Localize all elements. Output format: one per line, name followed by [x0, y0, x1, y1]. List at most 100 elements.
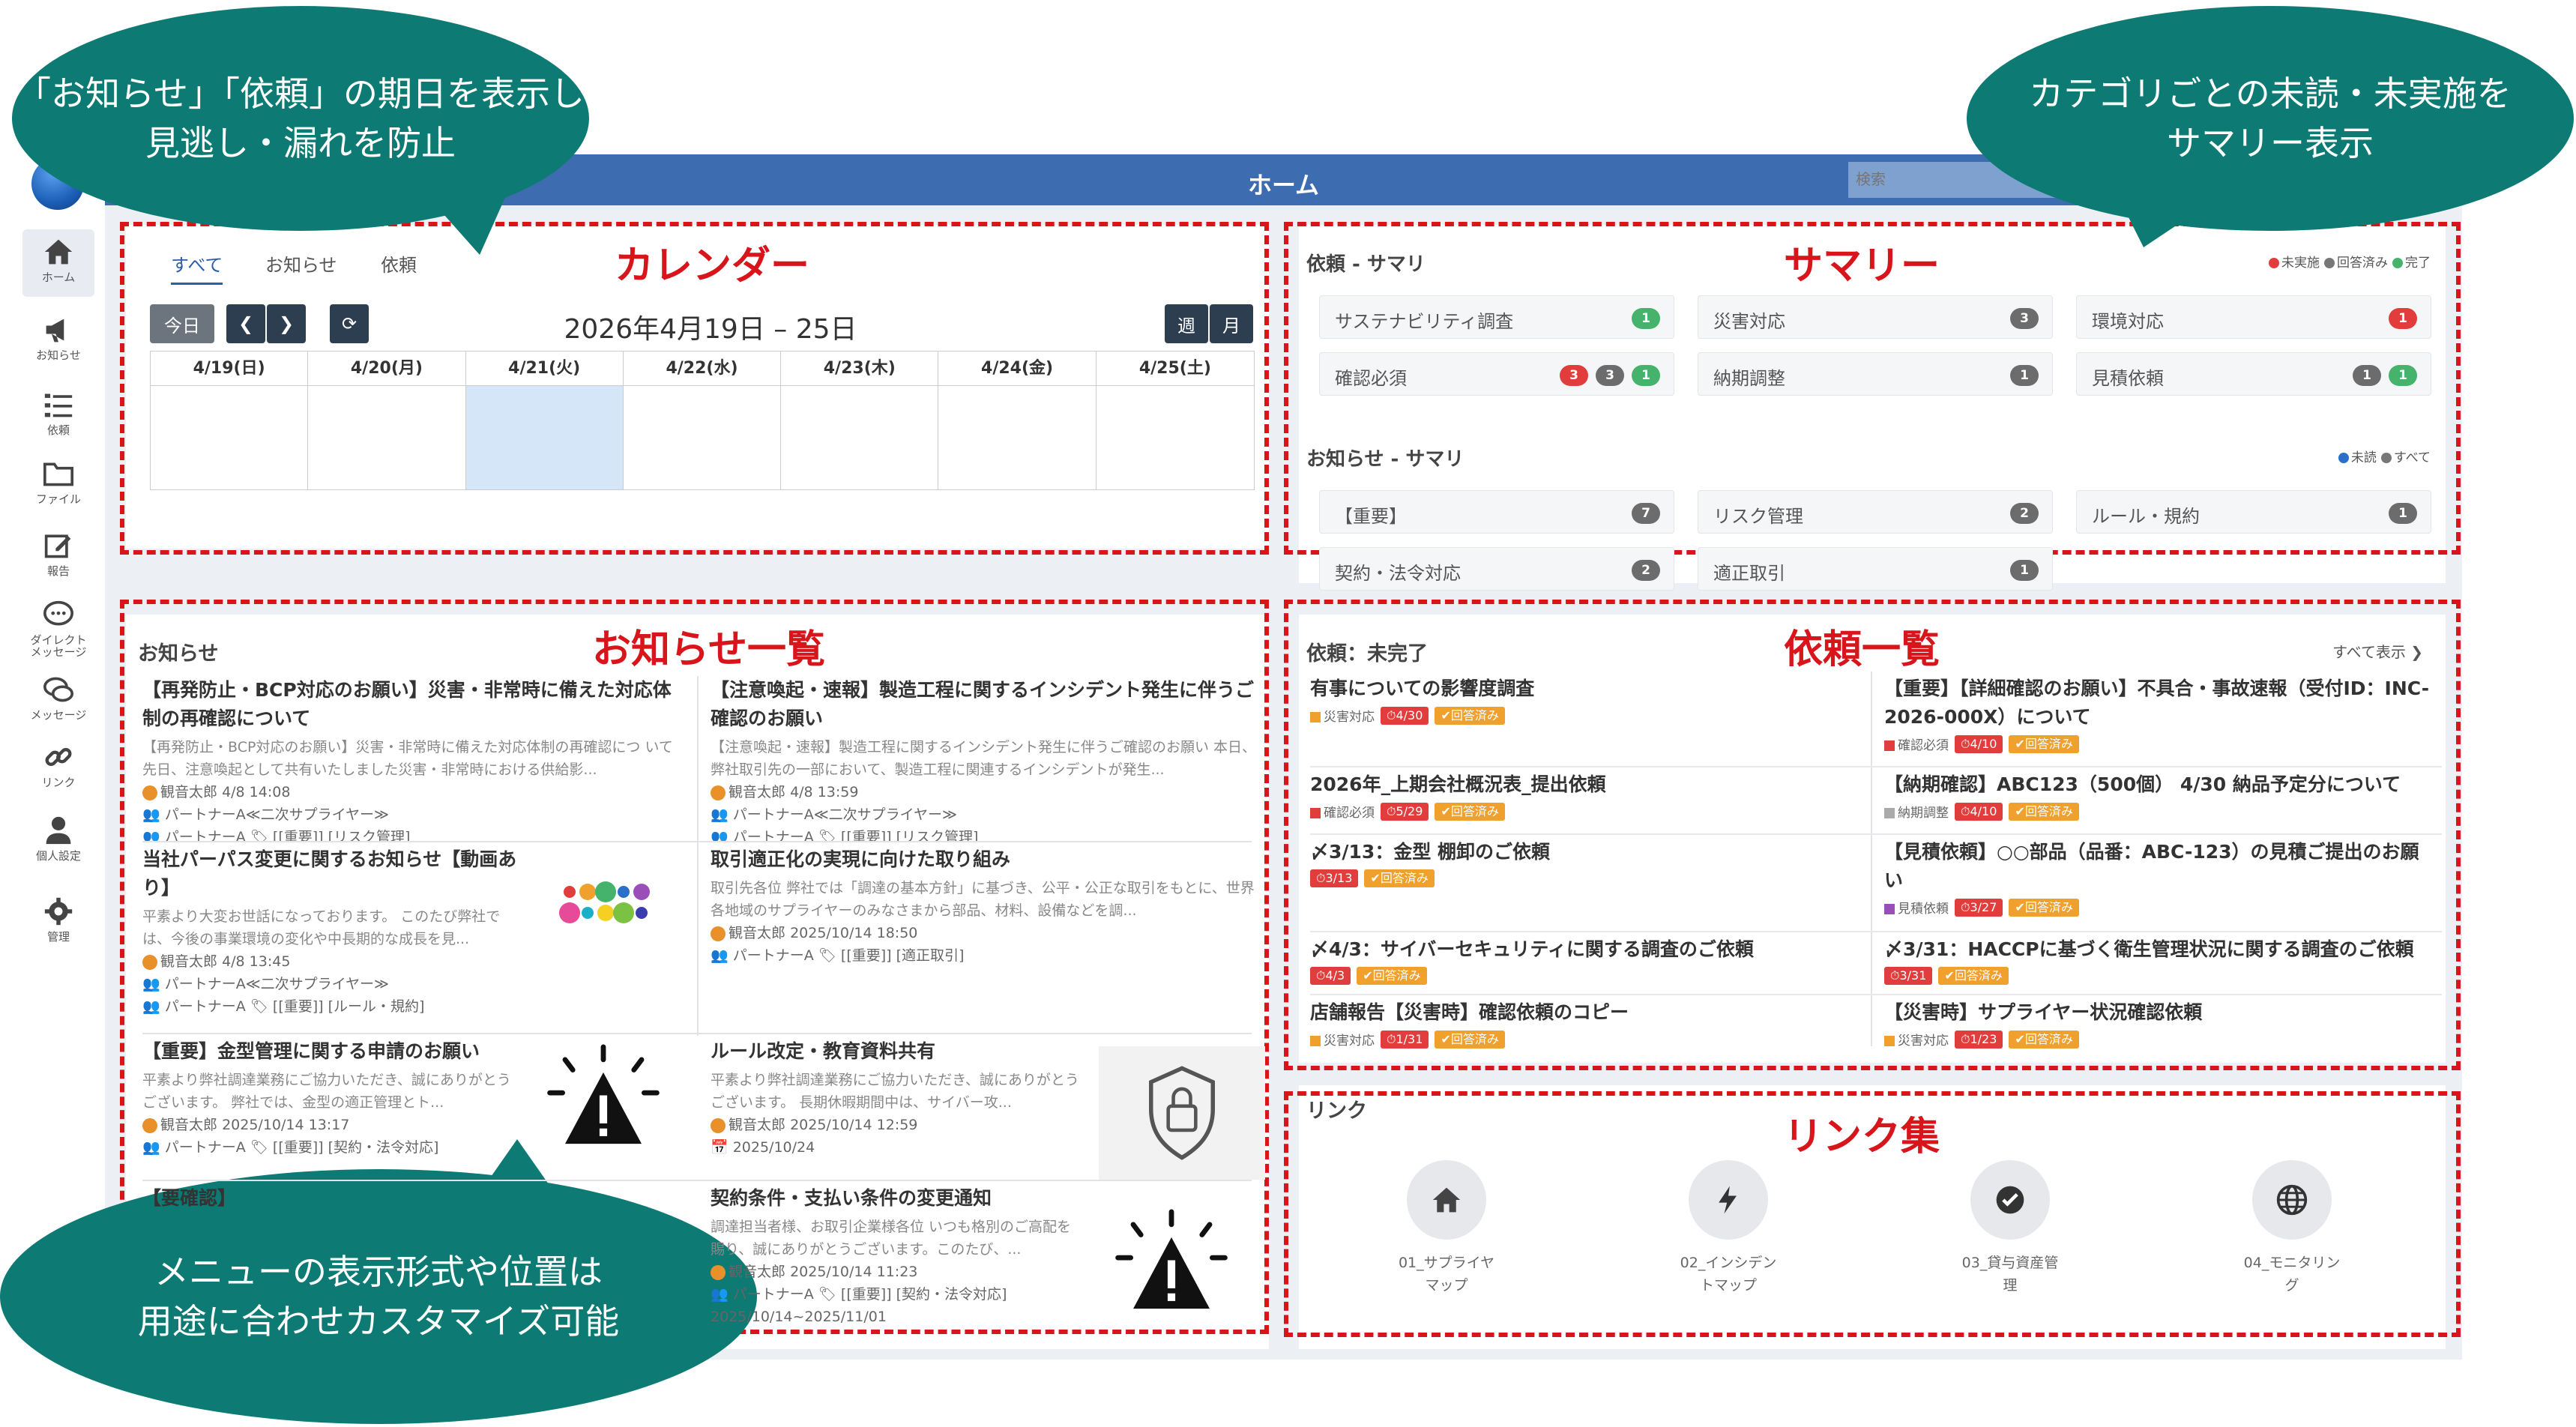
request-category-chip[interactable]: 災害対応 3 — [1698, 295, 2053, 339]
request-title[interactable]: 2026年_上期会社概況表_提出依頼 — [1310, 770, 1857, 799]
view-month-button[interactable]: 月 — [1210, 304, 1253, 343]
request-item[interactable]: 店舗報告【災害時】確認依頼のコピー 災害対応 ⏱1/31 ✔回答済み — [1310, 998, 1857, 1049]
notice-title[interactable]: 当社パーパス変更に関するお知らせ【動画あり】 — [142, 845, 517, 902]
request-item[interactable]: 【災害時】サプライヤー状況確認依頼 災害対応 ⏱1/23 ✔回答済み — [1884, 998, 2431, 1049]
calendar-day-column[interactable]: 4/22(水) — [623, 352, 782, 489]
warning-icon — [1108, 1207, 1243, 1327]
globe-icon — [2252, 1160, 2332, 1240]
notice-card[interactable]: 当社パーパス変更に関するお知らせ【動画あり】 平素より大変お世話になっております。… — [142, 845, 517, 1033]
notice-category-chip[interactable]: リスク管理 2 — [1698, 490, 2053, 534]
tab-all[interactable]: すべて — [171, 250, 223, 285]
calendar-day-column[interactable]: 4/19(日) — [151, 352, 309, 489]
calendar-day-column[interactable]: 4/25(土) — [1096, 352, 1254, 489]
sidebar-item-6[interactable]: メッセージ — [22, 675, 94, 721]
quick-link[interactable]: 02_インシデン トマップ — [1653, 1160, 1803, 1297]
quick-link[interactable]: 03_貸与資産管 理 — [1935, 1160, 2085, 1297]
calendar-day-column[interactable]: 4/20(月) — [308, 352, 466, 489]
notice-preview: 【注意喚起・速報】製造工程に関するインシデント発生に伴うご確認のお願い 本日、弊… — [711, 739, 1257, 778]
sidebar-item-2[interactable]: 依頼 — [22, 390, 94, 436]
notice-date: 2025/10/14 18:50 — [790, 925, 918, 941]
notice-title[interactable]: 【再発防止・BCP対応のお願い】災害・非常時に備えた対応体制の再確認について — [142, 676, 690, 733]
notice-summary-title: お知らせ - サマリ — [1306, 448, 1465, 471]
notice-category-chip[interactable]: 適正取引 1 — [1698, 547, 2053, 591]
request-title[interactable]: 〆4/3：サイバーセキュリティに関する調査のご依頼 — [1310, 935, 1857, 964]
status-text: 回答済み — [2024, 899, 2073, 914]
request-category-chip[interactable]: 納期調整 1 — [1698, 352, 2053, 396]
request-category-chip[interactable]: 確認必須 3 3 1 — [1319, 352, 1674, 396]
request-item[interactable]: 【見積依頼】○○部品（品番：ABC-123）の見積ご提出のお願い 見積依頼 ⏱3/2… — [1884, 838, 2431, 917]
sidebar-item-1[interactable]: お知らせ — [22, 315, 94, 361]
calendar-day-column[interactable]: 4/21(火) — [465, 352, 624, 489]
notice-category-chip[interactable]: 【重要】 7 — [1319, 490, 1674, 534]
request-item[interactable]: 〆4/3：サイバーセキュリティに関する調査のご依頼 ⏱4/3 ✔回答済み — [1310, 935, 1857, 985]
notice-card[interactable]: 契約条件・支払い条件の変更通知調達担当者様、お取引企業様各位 いつも格別のご高配… — [711, 1184, 1085, 1334]
calendar-day-column[interactable]: 4/23(木) — [781, 352, 939, 489]
sidebar-item-7[interactable]: リンク — [22, 742, 94, 788]
view-week-button[interactable]: 週 — [1165, 304, 1208, 343]
request-title[interactable]: 〆3/13：金型 棚卸のご依頼 — [1310, 838, 1857, 866]
sidebar-item-4[interactable]: 報告 — [22, 531, 94, 577]
request-item[interactable]: 〆3/13：金型 棚卸のご依頼 ⏱3/13 ✔回答済み — [1310, 838, 1857, 887]
notice-title[interactable]: 【要確認】 — [142, 1184, 690, 1213]
tag-icon: 🏷 — [250, 998, 273, 1015]
due-date-text: 4/10 — [1970, 736, 1997, 751]
today-button[interactable]: 今日 — [150, 304, 214, 343]
group-icon: 👥 — [142, 829, 165, 841]
tab-notices[interactable]: お知らせ — [265, 250, 337, 277]
notice-title[interactable]: 【注意喚起・速報】製造工程に関するインシデント発生に伴うご確認のお願い — [711, 676, 1258, 733]
quick-link-label: 02_インシデン トマップ — [1680, 1255, 1777, 1294]
sidebar-item-label: お知らせ — [36, 349, 81, 362]
status-badge: ✔回答済み — [2009, 802, 2079, 821]
request-category-chip[interactable]: 見積依頼 1 1 — [2076, 352, 2431, 396]
quick-link[interactable]: 01_サプライヤ マップ — [1372, 1160, 1521, 1297]
notice-card[interactable]: ルール改定・教育資料共有 平素より弊社調達業務にご協力いただき、誠にありがとうござ… — [711, 1037, 1085, 1180]
check-icon: ✔ — [2015, 803, 2025, 818]
category-text: 見積依頼 — [1898, 902, 1949, 917]
request-item[interactable]: 有事についての影響度調査 災害対応 ⏱4/30 ✔回答済み — [1310, 675, 1857, 725]
request-title[interactable]: 【納期確認】ABC123（500個） 4/30 納品予定分について — [1884, 770, 2431, 799]
next-week-button[interactable]: ❯ — [267, 304, 306, 343]
notice-preview: 調達担当者様、お取引企業様各位 いつも格別のご高配を賜り、誠にありがとうございま… — [711, 1219, 1072, 1258]
notice-category-chip[interactable]: ルール・規約 1 — [2076, 490, 2431, 534]
request-item[interactable]: 〆3/31：HACCPに基づく衛生管理状況に関する調査のご依頼 ⏱3/31 ✔回答済… — [1884, 935, 2431, 985]
quick-link-label: 04_モニタリン グ — [2243, 1255, 2341, 1294]
notice-card[interactable]: 【重要】金型管理に関する申請のお願い 平素より弊社調達業務にご協力いただき、誠にあ… — [142, 1037, 517, 1180]
notice-title[interactable]: ルール改定・教育資料共有 — [711, 1037, 1085, 1066]
prev-week-button[interactable]: ❮ — [226, 304, 265, 343]
show-all-link[interactable]: すべて表示 ❯ — [2332, 640, 2423, 662]
notice-title[interactable]: 契約条件・支払い条件の変更通知 — [711, 1184, 1085, 1213]
sidebar-item-8[interactable]: 個人設定 — [22, 815, 94, 862]
request-title[interactable]: 【災害時】サプライヤー状況確認依頼 — [1884, 998, 2431, 1027]
request-item[interactable]: 【重要】【詳細確認のお願い】不具合・事故速報（受付ID：INC-2026-000… — [1884, 675, 2431, 753]
request-item[interactable]: 【納期確認】ABC123（500個） 4/30 納品予定分について 納期調整 ⏱4/… — [1884, 770, 2431, 821]
notice-card[interactable]: 【再発防止・BCP対応のお願い】災害・非常時に備えた対応体制の再確認について 【再… — [142, 676, 690, 841]
sidebar-item-0[interactable]: ホーム — [22, 229, 94, 297]
notice-card[interactable]: 【注意喚起・速報】製造工程に関するインシデント発生に伴うご確認のお願い【注意喚起… — [711, 676, 1258, 841]
request-item[interactable]: 2026年_上期会社概況表_提出依頼 確認必須 ⏱5/29 ✔回答済み — [1310, 770, 1857, 821]
request-category-chip[interactable]: 環境対応 1 — [2076, 295, 2431, 339]
tab-requests[interactable]: 依頼 — [381, 250, 417, 277]
request-summary-title: 依頼 - サマリ — [1306, 253, 1426, 276]
row-divider — [1310, 931, 2442, 932]
request-title[interactable]: 店舗報告【災害時】確認依頼のコピー — [1310, 998, 1857, 1027]
request-category-chip[interactable]: サステナビリティ調査 1 — [1319, 295, 1674, 339]
request-title[interactable]: 【重要】【詳細確認のお願い】不具合・事故速報（受付ID：INC-2026-000… — [1884, 675, 2431, 731]
request-title[interactable]: 有事についての影響度調査 — [1310, 675, 1857, 703]
category-label: 災害対応 — [1884, 1030, 1949, 1049]
notice-category-chip[interactable]: 契約・法令対応 2 — [1319, 547, 1674, 591]
request-title[interactable]: 〆3/31：HACCPに基づく衛生管理状況に関する調査のご依頼 — [1884, 935, 2431, 964]
notice-card[interactable]: 取引適正化の実現に向けた取り組み 取引先各位 弊社では「調達の基本方針」に基づき、… — [711, 845, 1258, 1033]
request-title[interactable]: 【見積依頼】○○部品（品番：ABC-123）の見積ご提出のお願い — [1884, 838, 2431, 895]
purpose-logo-image — [540, 862, 675, 967]
notice-title[interactable]: 取引適正化の実現に向けた取り組み — [711, 845, 1258, 874]
refresh-button[interactable]: ⟳ — [330, 304, 369, 343]
notice-title[interactable]: 【重要】金型管理に関する申請のお願い — [142, 1037, 517, 1066]
sidebar-item-3[interactable]: ファイル — [22, 459, 94, 505]
notice-group: パートナーA≪二次サプライヤー≫ — [164, 806, 389, 823]
tag-icon: 🏷 — [818, 947, 841, 964]
calendar-day-column[interactable]: 4/24(金) — [938, 352, 1097, 489]
sidebar-item-9[interactable]: 管理 — [22, 896, 94, 943]
notice-card[interactable]: 【要確認】 — [142, 1184, 690, 1334]
quick-link[interactable]: 04_モニタリン グ — [2217, 1160, 2367, 1297]
sidebar-item-5[interactable]: ダイレクト メッセージ — [22, 600, 94, 658]
